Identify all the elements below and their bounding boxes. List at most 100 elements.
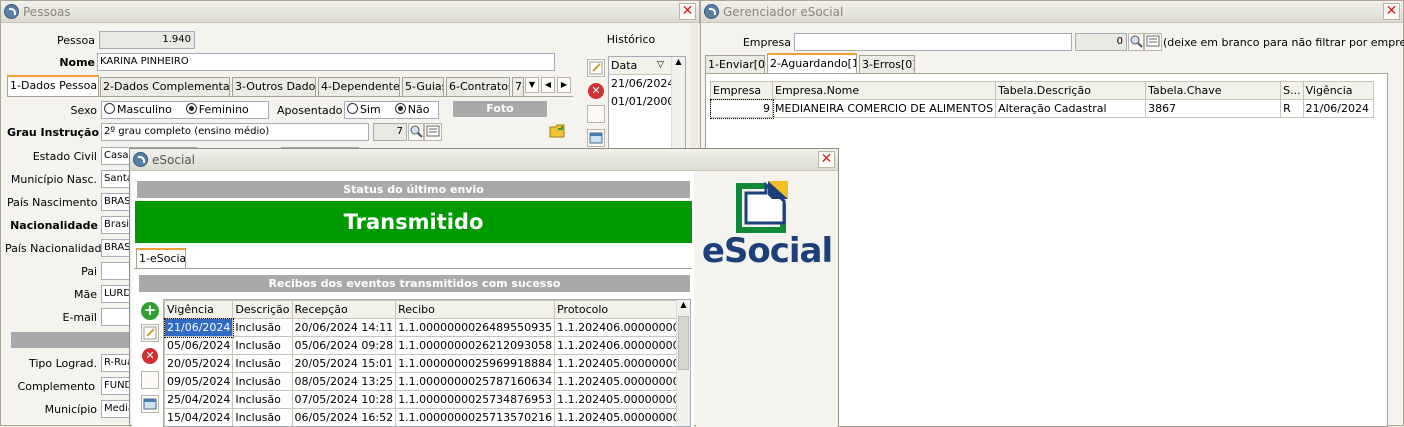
cell-protocolo[interactable]: 1.1.202406.0000000010097865 [554, 336, 690, 355]
tab-scroll-right-icon[interactable]: ▶ [557, 77, 571, 93]
folder-icon[interactable] [549, 123, 567, 139]
scroll-thumb[interactable] [678, 316, 689, 370]
empresa-code-field[interactable]: 0 [1075, 33, 1127, 51]
tab-esocial[interactable]: 1-eSocial [136, 248, 186, 269]
cell-vigencia[interactable]: 21/06/2024 [164, 317, 234, 338]
search-icon[interactable] [408, 123, 424, 141]
table-row[interactable]: 21/06/2024 Inclusão 20/06/2024 14:11 1.1.00… [164, 317, 690, 338]
cell-vigencia[interactable]: 25/04/2024 [164, 390, 234, 409]
close-icon[interactable]: ✕ [679, 3, 696, 20]
col-tabela-chave[interactable]: Tabela.Chave [1145, 81, 1282, 100]
cell-protocolo[interactable]: 1.1.202405.0000000009771556 [554, 390, 690, 409]
cell-descricao[interactable]: Inclusão [232, 354, 293, 373]
cell-vigencia[interactable]: 05/06/2024 [164, 336, 234, 355]
col-empresa-nome[interactable]: Empresa.Nome [771, 81, 997, 100]
cell-descricao[interactable]: Inclusão [232, 390, 293, 409]
cell-empresa[interactable]: 9 [709, 98, 774, 119]
cell-recibo[interactable]: 1.1.0000000026212093058 [395, 336, 556, 355]
col-recibo[interactable]: Recibo [395, 300, 556, 319]
close-icon[interactable]: ✕ [1383, 3, 1400, 20]
cell-descricao[interactable]: Inclusão [232, 318, 293, 337]
cell-recepcao[interactable]: 20/06/2024 14:11 [291, 318, 397, 337]
tab-dependentes[interactable]: 4-Dependentes [318, 77, 400, 97]
feminino-radio[interactable] [185, 103, 197, 114]
cell-vigencia[interactable]: 15/04/2024 [164, 408, 234, 426]
tab-dropdown-icon[interactable]: ▼ [525, 77, 539, 93]
col-empresa[interactable]: Empresa [710, 81, 773, 100]
col-recepcao[interactable]: Recepção [291, 300, 397, 319]
cell-protocolo[interactable]: 1.1.202405.0000000009793060 [554, 372, 690, 391]
close-icon[interactable]: ✕ [818, 151, 835, 168]
table-row[interactable]: 25/04/2024 Inclusão 07/05/2024 10:28 1.1.00… [164, 390, 690, 409]
delete-icon[interactable]: ✕ [142, 348, 158, 364]
cell-recepcao[interactable]: 06/05/2024 16:52 [291, 408, 397, 426]
tab-aguardando[interactable]: 2-Aguardando[1] [767, 53, 857, 74]
edit-icon[interactable] [587, 59, 605, 77]
search-icon[interactable] [1128, 33, 1144, 51]
pessoa-field[interactable]: 1.940 [99, 31, 195, 49]
blank-button[interactable] [141, 371, 159, 389]
table-row[interactable]: 15/04/2024 Inclusão 06/05/2024 16:52 1.1.00… [164, 408, 690, 426]
tab-erros[interactable]: 3-Erros[0] [859, 55, 915, 75]
cell-vigencia[interactable]: 20/05/2024 [164, 354, 234, 373]
sim-radio[interactable] [347, 103, 358, 114]
tab-guias[interactable]: 5-Guias [402, 77, 444, 97]
add-icon[interactable]: + [141, 302, 159, 320]
tab-dados-pessoais[interactable]: 1-Dados Pessoais [7, 75, 99, 96]
tab-outros-dados[interactable]: 3-Outros Dados [232, 77, 316, 97]
tab-dados-complementares[interactable]: 2-Dados Complementares [100, 77, 230, 97]
table-row[interactable]: 09/05/2024 Inclusão 08/05/2024 13:25 1.1.00… [164, 372, 690, 391]
nao-radio[interactable] [394, 103, 406, 114]
pessoas-titlebar[interactable]: Pessoas ✕ [1, 1, 699, 23]
col-protocolo[interactable]: Protocolo [554, 300, 690, 319]
col-tabela-descricao[interactable]: Tabela.Descrição [995, 81, 1147, 100]
cell-recepcao[interactable]: 08/05/2024 13:25 [291, 372, 397, 391]
col-status[interactable]: S... [1280, 81, 1304, 100]
window-icon[interactable] [587, 129, 605, 147]
edit-icon[interactable] [141, 324, 159, 342]
cell-protocolo[interactable]: 1.1.202406.0000000010259074 [554, 318, 690, 337]
gerenciador-titlebar[interactable]: Gerenciador eSocial ✕ [701, 1, 1403, 23]
cell-recibo[interactable]: 1.1.0000000026489550935 [395, 318, 556, 337]
nome-field[interactable]: KARINA PINHEIRO [97, 53, 555, 71]
cell-descricao[interactable]: Inclusão [232, 336, 293, 355]
tab-contratos[interactable]: 6-Contratos [446, 77, 510, 97]
cell-empresa-nome[interactable]: MEDIANEIRA COMERCIO DE ALIMENTOS [771, 99, 997, 118]
delete-icon[interactable]: ✕ [588, 83, 604, 99]
cell-vigencia[interactable]: 21/06/2024 [1302, 99, 1374, 118]
grau-field[interactable]: 2º grau completo (ensino médio) [101, 123, 369, 141]
cell-descricao[interactable]: Inclusão [232, 408, 293, 426]
cell-recibo[interactable]: 1.1.0000000025787160634 [395, 372, 556, 391]
empresa-field[interactable] [794, 33, 1072, 51]
tab-scroll-left-icon[interactable]: ◀ [541, 77, 555, 93]
cell-status[interactable]: R [1280, 99, 1304, 118]
window-icon[interactable] [141, 395, 159, 413]
cell-protocolo[interactable]: 1.1.202405.0000000009932229 [554, 354, 690, 373]
esocial-titlebar[interactable]: eSocial ✕ [130, 149, 838, 171]
cell-tabela-descricao[interactable]: Alteração Cadastral [995, 99, 1147, 118]
cell-descricao[interactable]: Inclusão [232, 372, 293, 391]
list-icon[interactable] [1144, 33, 1162, 51]
cell-tabela-chave[interactable]: 3867 [1145, 99, 1282, 118]
cell-recibo[interactable]: 1.1.0000000025969918884 [395, 354, 556, 373]
cell-recepcao[interactable]: 20/05/2024 15:01 [291, 354, 397, 373]
cell-protocolo[interactable]: 1.1.202405.0000000009766161 [554, 408, 690, 426]
recibos-scrollbar[interactable]: ▲ [676, 300, 690, 426]
table-row[interactable]: 9 MEDIANEIRA COMERCIO DE ALIMENTOS Alter… [709, 98, 1374, 119]
masculino-radio[interactable] [104, 103, 115, 114]
table-row[interactable]: 05/06/2024 Inclusão 05/06/2024 09:28 1.1.00… [164, 336, 690, 355]
scroll-up-icon[interactable]: ▲ [672, 57, 685, 66]
cell-recibo[interactable]: 1.1.0000000025713570216 [395, 408, 556, 426]
col-vigencia[interactable]: Vigência [164, 300, 234, 319]
cell-recibo[interactable]: 1.1.0000000025734876953 [395, 390, 556, 409]
tab-enviar[interactable]: 1-Enviar[0] [705, 55, 765, 75]
grau-code-field[interactable]: 7 [373, 123, 407, 141]
blank-button[interactable] [587, 105, 605, 123]
tab-more[interactable]: 7- [512, 77, 524, 97]
list-icon[interactable] [424, 123, 442, 141]
scroll-up-icon[interactable]: ▲ [677, 300, 690, 314]
cell-vigencia[interactable]: 09/05/2024 [164, 372, 234, 391]
col-descricao[interactable]: Descrição [232, 300, 293, 319]
cell-recepcao[interactable]: 07/05/2024 10:28 [291, 390, 397, 409]
cell-recepcao[interactable]: 05/06/2024 09:28 [291, 336, 397, 355]
